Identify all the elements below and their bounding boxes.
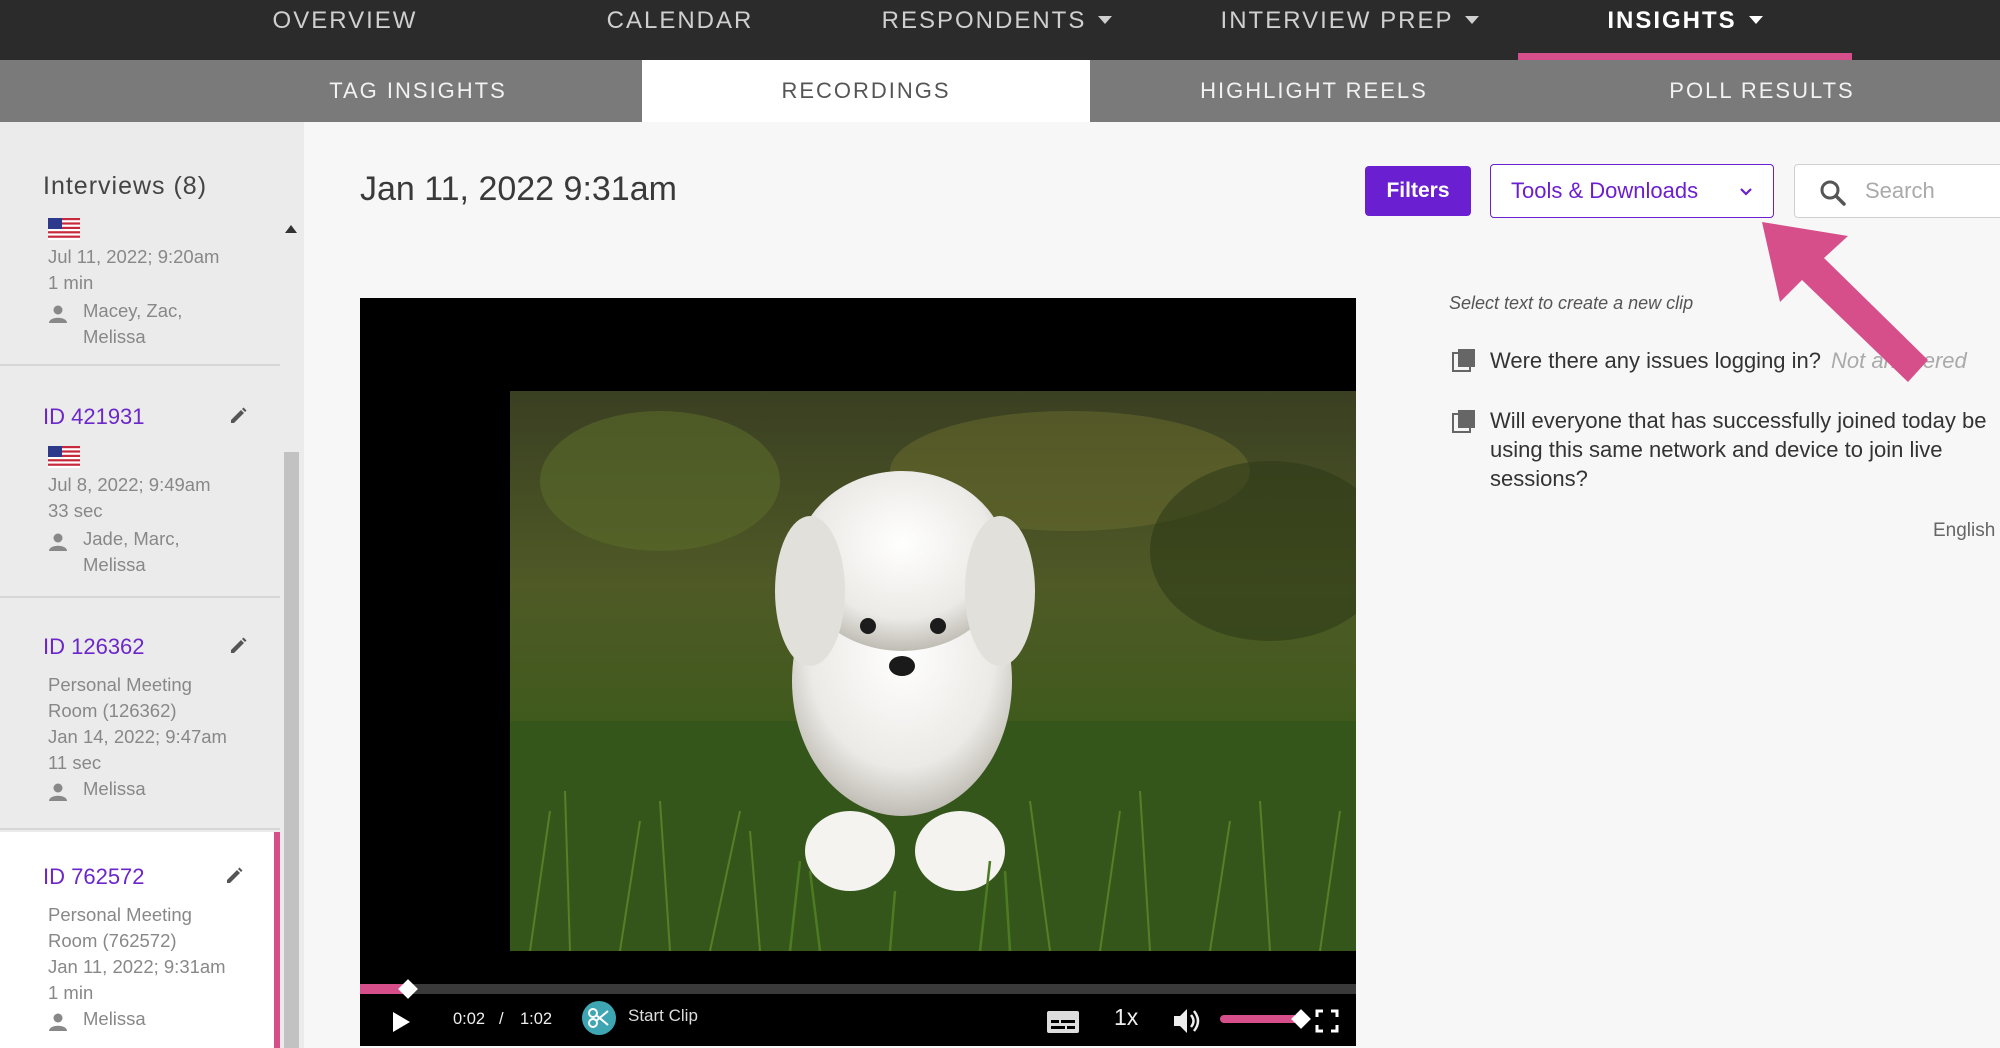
sub-nav: TAG INSIGHTS RECORDINGS HIGHLIGHT REELS … <box>0 60 2000 122</box>
sidebar-scrollbar-thumb[interactable] <box>284 452 299 1048</box>
video-frame-dog-image <box>510 391 1356 951</box>
captions-icon[interactable] <box>1046 1010 1080 1034</box>
volume-knob[interactable] <box>1291 1009 1311 1029</box>
current-time: 0:02 <box>453 1010 486 1028</box>
annotation-arrow-icon <box>1762 222 1928 382</box>
card-participants: Melissa <box>83 1008 146 1029</box>
nav-respondents-label: RESPONDENTS <box>881 7 1087 34</box>
playback-speed-button[interactable]: 1x <box>1114 1004 1138 1031</box>
caret-down-icon <box>1098 15 1113 24</box>
card-room: Room (762572) <box>48 930 177 951</box>
search-input[interactable] <box>1865 173 2000 209</box>
nav-interview-prep[interactable]: INTERVIEW PREP <box>1195 0 1505 60</box>
nav-insights-label: INSIGHTS <box>1607 7 1737 34</box>
card-participants: Jade, Marc, <box>83 528 180 549</box>
clip-hint: Select text to create a new clip <box>1449 293 1694 313</box>
interview-card-active[interactable]: ID 762572 Personal Meeting Room (762572)… <box>0 832 280 1048</box>
tab-poll-results[interactable]: POLL RESULTS <box>1538 60 1986 122</box>
interview-card[interactable]: Jul 11, 2022; 9:20am 1 min Macey, Zac, M… <box>0 216 280 366</box>
card-id[interactable]: ID 421931 <box>43 404 145 430</box>
card-participants: Macey, Zac, <box>83 300 183 321</box>
person-icon <box>49 1013 67 1031</box>
card-date: Jul 11, 2022; 9:20am <box>48 246 220 267</box>
card-room: Personal Meeting <box>48 674 192 695</box>
copy-clip-icon[interactable] <box>1451 408 1477 434</box>
start-clip-button[interactable]: Start Clip <box>628 1006 698 1026</box>
time-separator: / <box>499 1010 504 1028</box>
interviews-sidebar: Interviews (8) Jul 11, 2022; 9:20am 1 mi… <box>0 122 304 1048</box>
tools-downloads-label: Tools & Downloads <box>1511 178 1699 203</box>
person-icon <box>49 305 67 323</box>
copy-clip-icon[interactable] <box>1451 347 1477 373</box>
transcript-question[interactable]: Will everyone that has successfully join… <box>1490 406 2000 493</box>
nav-overview[interactable]: OVERVIEW <box>230 0 460 60</box>
volume-icon[interactable] <box>1172 1006 1204 1036</box>
recording-title: Jan 11, 2022 9:31am <box>360 170 677 208</box>
tools-downloads-button[interactable]: Tools & Downloads <box>1490 164 1774 218</box>
card-date: Jan 14, 2022; 9:47am <box>48 726 227 747</box>
card-date: Jan 11, 2022; 9:31am <box>48 956 226 977</box>
card-participants: Melissa <box>83 778 146 799</box>
volume-slider[interactable] <box>1220 1015 1300 1023</box>
filters-button[interactable]: Filters <box>1365 166 1471 216</box>
card-duration: 33 sec <box>48 500 103 521</box>
fullscreen-icon[interactable] <box>1315 1009 1339 1033</box>
interview-card[interactable]: ID 126362 Personal Meeting Room (126362)… <box>0 600 280 830</box>
card-duration: 1 min <box>48 982 94 1003</box>
person-icon <box>49 533 67 551</box>
caret-down-icon <box>1465 15 1480 24</box>
card-id[interactable]: ID 762572 <box>43 864 145 890</box>
us-flag-icon <box>48 446 80 468</box>
scroll-up-icon[interactable] <box>285 225 297 233</box>
nav-insights[interactable]: INSIGHTS <box>1518 0 1852 60</box>
play-icon[interactable] <box>390 1010 412 1034</box>
progress-knob[interactable] <box>397 979 418 999</box>
person-icon <box>49 783 67 801</box>
card-date: Jul 8, 2022; 9:49am <box>48 474 211 495</box>
card-duration: 11 sec <box>48 752 102 773</box>
card-participants: Melissa <box>83 326 146 347</box>
progress-track[interactable] <box>360 984 1356 994</box>
caret-down-icon <box>1748 15 1763 24</box>
total-time: 1:02 <box>520 1010 553 1028</box>
search-icon <box>1820 180 1846 206</box>
nav-interview-prep-label: INTERVIEW PREP <box>1220 7 1454 34</box>
scissors-glyph <box>588 1008 609 1028</box>
us-flag-icon <box>48 218 80 240</box>
card-id[interactable]: ID 126362 <box>43 634 145 660</box>
nav-respondents[interactable]: RESPONDENTS <box>862 0 1132 60</box>
tab-tag-insights[interactable]: TAG INSIGHTS <box>194 60 642 122</box>
tab-recordings[interactable]: RECORDINGS <box>642 60 1090 122</box>
language-label: English <box>1933 520 1996 541</box>
interview-card[interactable]: ID 421931 Jul 8, 2022; 9:49am 33 sec Jad… <box>0 368 280 598</box>
card-duration: 1 min <box>48 272 94 293</box>
scissors-icon[interactable] <box>582 1001 616 1035</box>
tab-highlight-reels[interactable]: HIGHLIGHT REELS <box>1090 60 1538 122</box>
card-participants: Melissa <box>83 554 146 575</box>
top-nav: OVERVIEW CALENDAR RESPONDENTS INTERVIEW … <box>0 0 2000 60</box>
video-player[interactable]: 0:02 / 1:02 Start Clip 1x <box>360 298 1356 1046</box>
card-room: Personal Meeting <box>48 904 192 925</box>
edit-pencil-icon[interactable] <box>228 406 248 426</box>
nav-calendar[interactable]: CALENDAR <box>565 0 795 60</box>
edit-pencil-icon[interactable] <box>228 636 248 656</box>
chevron-down-icon <box>1740 188 1752 196</box>
edit-pencil-icon[interactable] <box>224 866 244 886</box>
card-room: Room (126362) <box>48 700 177 721</box>
interviews-heading: Interviews (8) <box>43 172 208 200</box>
